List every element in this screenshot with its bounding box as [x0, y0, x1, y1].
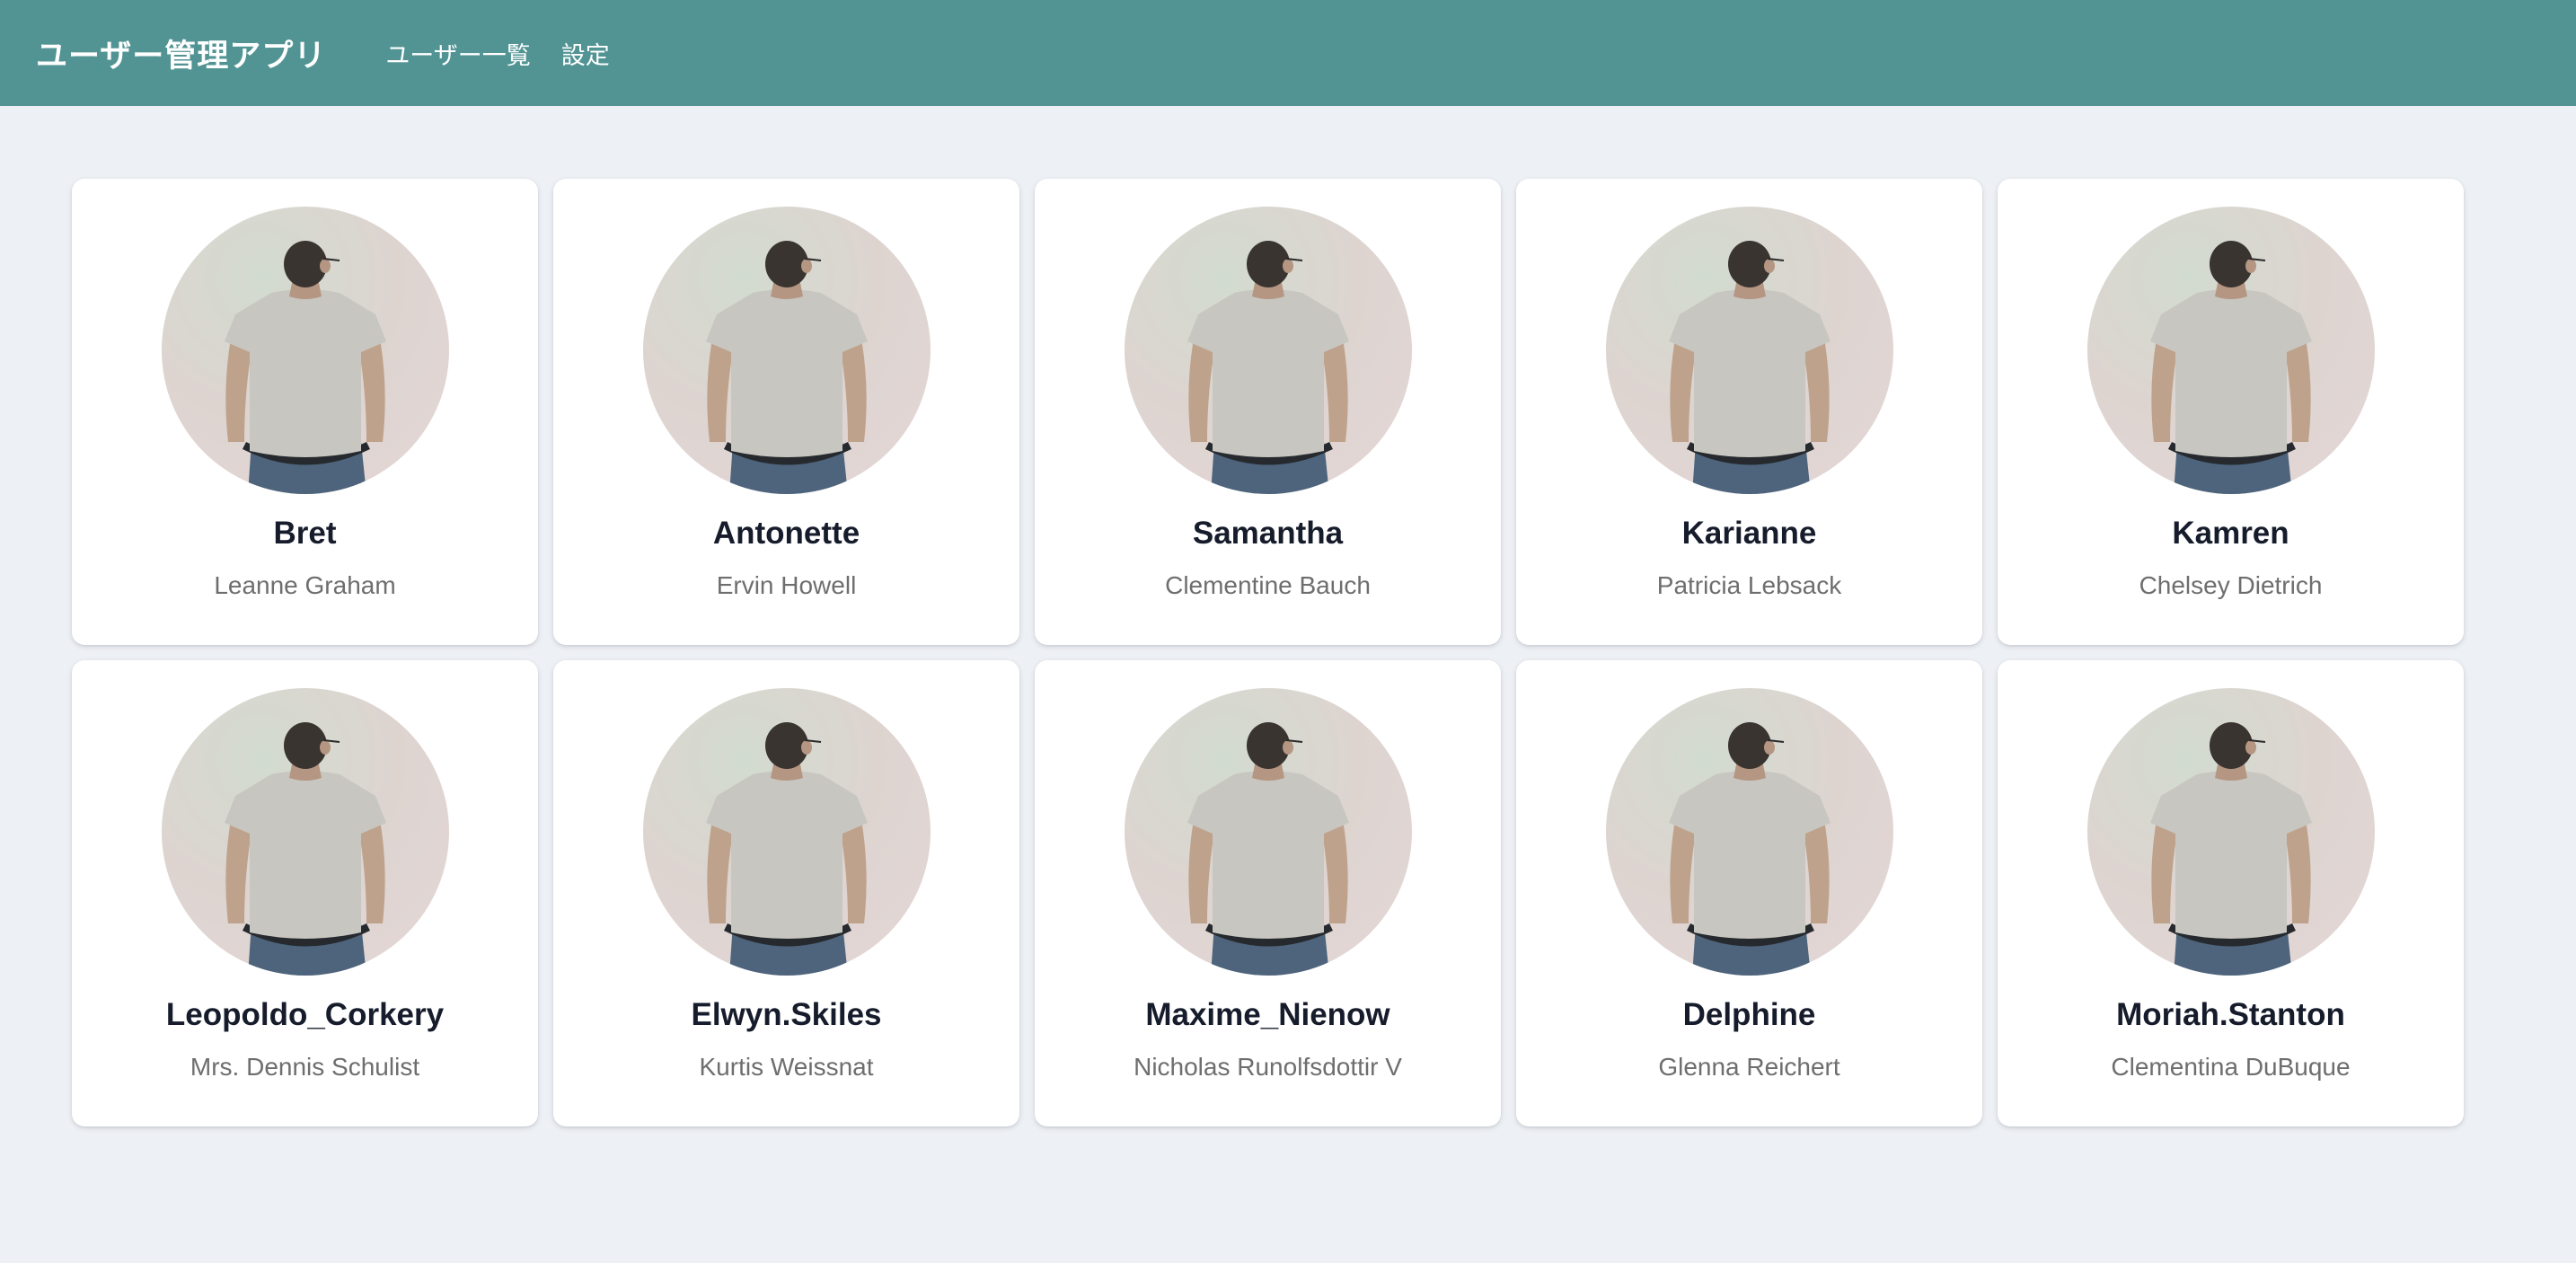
avatar	[2086, 207, 2375, 494]
user-fullname: Nicholas Runolfsdottir V	[1134, 1053, 1402, 1081]
user-fullname: Chelsey Dietrich	[2139, 571, 2323, 599]
user-username: Antonette	[712, 516, 860, 551]
avatar	[1605, 207, 1893, 494]
user-fullname: Mrs. Dennis Schulist	[190, 1053, 420, 1081]
avatar	[1605, 688, 1893, 976]
user-username: Bret	[273, 516, 337, 551]
user-fullname: Glenna Reichert	[1658, 1053, 1840, 1081]
user-fullname: Ervin Howell	[716, 571, 857, 599]
user-card[interactable]: Leopoldo_Corkery Mrs. Dennis Schulist	[72, 660, 538, 1126]
user-fullname: Kurtis Weissnat	[699, 1053, 874, 1081]
user-username: Maxime_Nienow	[1145, 997, 1390, 1032]
avatar	[161, 688, 449, 976]
user-username: Kamren	[2172, 516, 2289, 551]
app-title: ユーザー管理アプリ	[36, 38, 327, 74]
user-fullname: Patricia Lebsack	[1656, 571, 1842, 599]
user-username: Elwyn.Skiles	[691, 997, 882, 1032]
user-fullname: Clementine Bauch	[1165, 571, 1371, 599]
user-card-grid: Bret Leanne Graham Antonette Ervin Howell	[72, 179, 2464, 1126]
user-card[interactable]: Maxime_Nienow Nicholas Runolfsdottir V	[1035, 660, 1501, 1126]
user-card[interactable]: Moriah.Stanton Clementina DuBuque	[1998, 660, 2464, 1126]
avatar	[1124, 688, 1412, 976]
app-header: ユーザー管理アプリ ユーザー一覧 設定	[0, 0, 2576, 106]
user-card[interactable]: Bret Leanne Graham	[72, 179, 538, 645]
avatar	[642, 207, 931, 494]
user-fullname: Leanne Graham	[214, 571, 396, 599]
user-fullname: Clementina DuBuque	[2111, 1053, 2351, 1081]
user-username: Samantha	[1192, 516, 1344, 551]
avatar	[161, 207, 449, 494]
avatar	[642, 688, 931, 976]
nav-link-user-list[interactable]: ユーザー一覧	[385, 36, 530, 71]
nav-link-settings[interactable]: 設定	[561, 36, 610, 71]
user-card[interactable]: Elwyn.Skiles Kurtis Weissnat	[553, 660, 1019, 1126]
user-username: Karianne	[1681, 516, 1817, 551]
user-card[interactable]: Antonette Ervin Howell	[553, 179, 1019, 645]
user-card[interactable]: Delphine Glenna Reichert	[1516, 660, 1982, 1126]
user-card[interactable]: Kamren Chelsey Dietrich	[1998, 179, 2464, 645]
avatar	[2086, 688, 2375, 976]
user-username: Delphine	[1682, 997, 1816, 1032]
avatar	[1124, 207, 1412, 494]
user-card[interactable]: Samantha Clementine Bauch	[1035, 179, 1501, 645]
user-username: Leopoldo_Corkery	[165, 997, 445, 1032]
user-username: Moriah.Stanton	[2116, 997, 2345, 1032]
user-card[interactable]: Karianne Patricia Lebsack	[1516, 179, 1982, 645]
